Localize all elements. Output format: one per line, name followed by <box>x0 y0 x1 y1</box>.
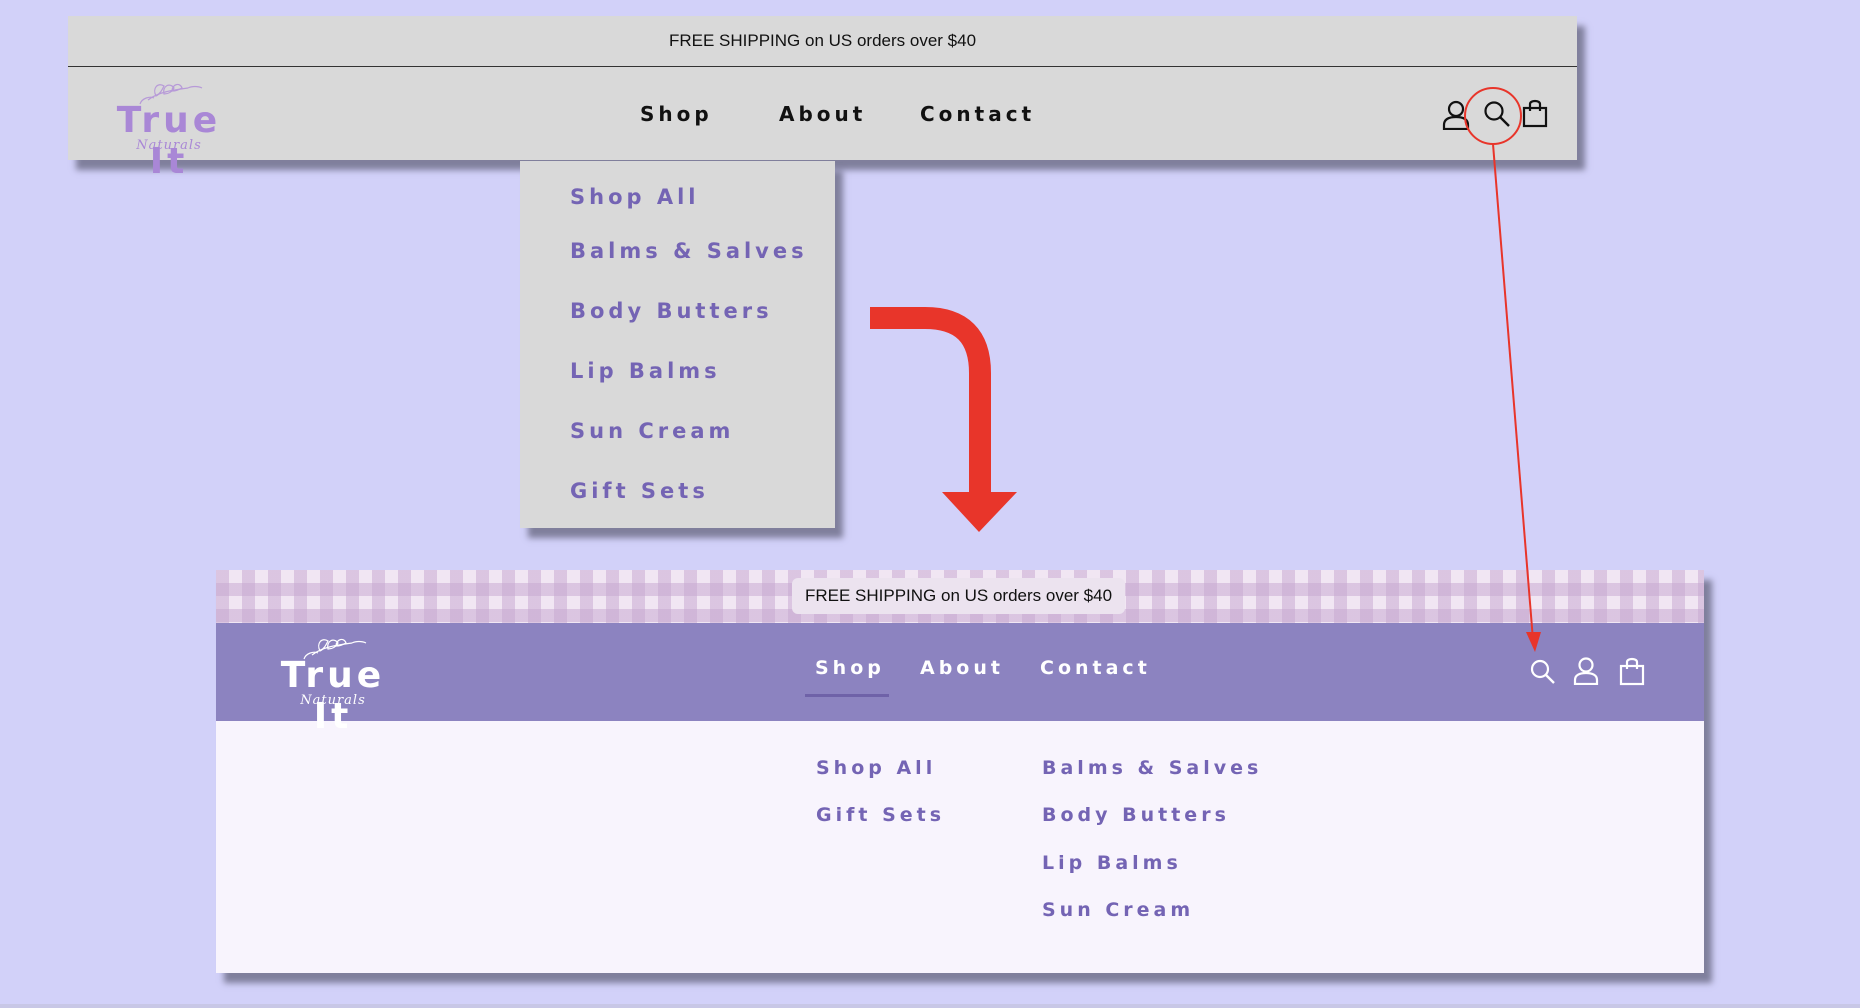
bottom-edge <box>0 1004 1860 1008</box>
old-dropdown-item[interactable]: Sun Cream <box>570 419 734 443</box>
old-nav-about[interactable]: About <box>779 102 866 126</box>
mega-menu-item[interactable]: Balms & Salves <box>1042 757 1262 779</box>
old-logo-subtitle: Naturals <box>136 138 202 153</box>
shopping-bag-icon[interactable] <box>1619 656 1645 686</box>
account-icon[interactable] <box>1573 657 1599 685</box>
new-nav-bar: True It Naturals Shop About Contact <box>216 623 1704 737</box>
search-icon[interactable] <box>1530 659 1556 685</box>
old-nav-contact[interactable]: Contact <box>920 102 1035 126</box>
account-icon[interactable] <box>1442 100 1470 130</box>
thin-arrow-line <box>1492 143 1534 641</box>
new-announcement-bar: FREE SHIPPING on US orders over $40 <box>216 570 1704 623</box>
mega-menu-item[interactable]: Gift Sets <box>816 804 945 826</box>
new-nav-contact[interactable]: Contact <box>1040 657 1151 679</box>
old-announcement-text: FREE SHIPPING on US orders over $40 <box>668 31 977 50</box>
mega-menu-item[interactable]: Sun Cream <box>1042 899 1194 921</box>
old-announcement-bar: FREE SHIPPING on US orders over $40 <box>68 16 1577 67</box>
old-dropdown-item[interactable]: Gift Sets <box>570 479 709 503</box>
search-icon[interactable] <box>1483 100 1511 128</box>
old-nav-shop[interactable]: Shop <box>640 102 713 126</box>
old-dropdown-item[interactable]: Shop All <box>570 185 700 209</box>
new-announcement-text: FREE SHIPPING on US orders over $40 <box>804 586 1113 605</box>
active-nav-underline <box>805 694 889 697</box>
old-dropdown-item[interactable]: Body Butters <box>570 299 773 323</box>
old-site-header: FREE SHIPPING on US orders over $40 True… <box>68 16 1577 182</box>
new-announcement-pill: FREE SHIPPING on US orders over $40 <box>792 578 1125 614</box>
old-logo[interactable]: True It Naturals <box>94 78 244 182</box>
shopping-bag-icon[interactable] <box>1522 98 1548 128</box>
old-dropdown-item[interactable]: Balms & Salves <box>570 239 808 263</box>
new-logo-subtitle: Naturals <box>300 693 366 708</box>
new-site-header: FREE SHIPPING on US orders over $40 True… <box>216 570 1704 973</box>
mega-menu-item[interactable]: Lip Balms <box>1042 852 1182 874</box>
old-shop-dropdown: Shop All Balms & Salves Body Butters Lip… <box>520 161 835 528</box>
mega-menu-item[interactable]: Body Butters <box>1042 804 1230 826</box>
mega-menu-item[interactable]: Shop All <box>816 757 936 779</box>
curved-arrow-body <box>870 307 991 492</box>
new-nav-about[interactable]: About <box>920 657 1004 679</box>
new-nav-shop[interactable]: Shop <box>815 657 885 679</box>
old-dropdown-item[interactable]: Lip Balms <box>570 359 721 383</box>
curved-arrow-head <box>942 492 1017 532</box>
new-logo[interactable]: True It Naturals <box>258 633 408 737</box>
